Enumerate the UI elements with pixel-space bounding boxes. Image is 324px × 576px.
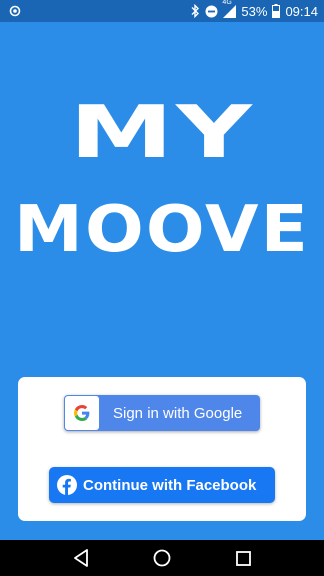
facebook-continue-button[interactable]: Continue with Facebook	[49, 467, 275, 503]
sign-in-card: Sign in with Google Continue with Facebo…	[18, 377, 306, 521]
logo-text-moove: MOOVE	[14, 193, 310, 267]
notification-dot-icon	[9, 5, 21, 17]
google-logo-icon	[65, 396, 99, 430]
clock: 09:14	[285, 3, 318, 19]
battery-percent: 53%	[241, 3, 268, 19]
facebook-continue-label: Continue with Facebook	[83, 476, 257, 494]
google-sign-in-label: Sign in with Google	[113, 404, 243, 422]
network-type-label: 4G	[222, 0, 232, 6]
back-icon[interactable]	[71, 548, 91, 568]
home-icon[interactable]	[152, 548, 172, 568]
battery-icon	[272, 4, 281, 18]
google-sign-in-button[interactable]: Sign in with Google	[64, 395, 260, 431]
signal-icon: 4G	[222, 0, 237, 18]
logo-text-my: MY	[69, 90, 255, 174]
system-nav-bar	[0, 540, 324, 576]
status-bar: 4G 53% 09:14	[0, 0, 324, 22]
status-icons: 4G 53% 09:14	[190, 0, 318, 22]
bluetooth-icon	[190, 4, 200, 18]
do-not-disturb-icon	[205, 5, 218, 18]
facebook-logo-icon	[57, 475, 77, 495]
recents-icon[interactable]	[233, 548, 253, 568]
